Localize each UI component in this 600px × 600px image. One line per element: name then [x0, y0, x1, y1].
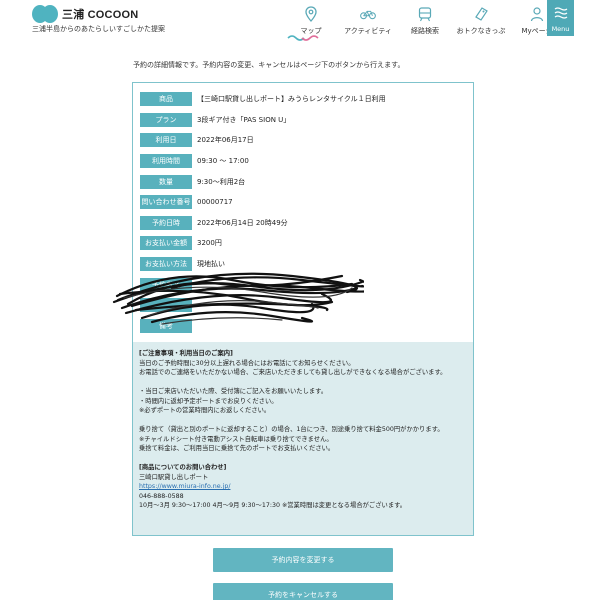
active-wave-indicator-icon	[287, 35, 319, 41]
menu-label: Menu	[551, 24, 570, 33]
detail-row-plan: プラン 3段ギア付き「PAS SION U」	[140, 110, 467, 131]
detail-value: 00000717	[197, 198, 233, 207]
detail-row-customer-name: 予約者名	[140, 274, 467, 295]
logo-text: 三浦 COCOON	[62, 9, 139, 21]
detail-key: 利用日	[140, 133, 192, 148]
map-pin-icon	[303, 6, 319, 22]
train-icon	[417, 6, 433, 22]
notes-section: [ご注意事項・利用当日のご案内] 当日のご予約時間に30分以上遅れる場合にはお電…	[133, 342, 473, 535]
detail-row-date: 利用日 2022年06月17日	[140, 130, 467, 151]
detail-row-product: 商品 【三崎口駅貸し出しポート】みうらレンタサイクル１日利用	[140, 89, 467, 110]
cocoon-logo-icon	[32, 5, 58, 23]
notes-line: ・当日ご来店いただいた際、受付簿にご記入をお願いいたします。	[139, 388, 328, 395]
notes-line: 乗り捨て（貸出と別のポートに返却すること）の場合、1台につき、別途乗り捨て料金5…	[139, 426, 444, 433]
detail-row-payment-method: お支払い方法 現地払い	[140, 254, 467, 275]
detail-value: 【三崎口駅貸し出しポート】みうらレンタサイクル１日利用	[197, 95, 386, 104]
site-tagline: 三浦半島からのあたらしいすごしかた提案	[32, 25, 165, 33]
menu-button[interactable]: Menu	[547, 0, 574, 36]
contact-heading: [商品についてのお問い合わせ]	[139, 464, 227, 471]
notes-line: 当日のご予約時間に30分以上遅れる場合にはお電話にてお知らせください。	[139, 359, 355, 367]
detail-value: 現地払い	[197, 260, 225, 269]
notes-line: ・時間内に返却予定ポートまでお戻りください。	[139, 397, 278, 405]
nav-item-map[interactable]: マップ	[285, 2, 337, 38]
detail-key: お支払い金額	[140, 236, 192, 251]
intro-text: 予約の詳細情報です。予約内容の変更、キャンセルはページ下のボタンから行えます。	[133, 61, 405, 69]
nav-label: 経路検索	[411, 27, 439, 35]
site-logo[interactable]: 三浦 COCOON	[32, 5, 138, 23]
ticket-icon	[473, 6, 489, 22]
detail-value: 2022年06月14日 20時49分	[197, 218, 288, 227]
cancel-reservation-button[interactable]: 予約をキャンセルする	[213, 583, 393, 600]
detail-rows: 商品 【三崎口駅貸し出しポート】みうらレンタサイクル１日利用 プラン 3段ギア付き「…	[133, 83, 473, 336]
detail-row-inquiry-number: 問い合わせ番号 00000717	[140, 192, 467, 213]
user-icon	[529, 6, 545, 22]
main-nav: マップ アクティビティ 経路検索 おトクなきっぷ Myページ	[285, 2, 563, 38]
detail-row-amount: お支払い金額 3200円	[140, 233, 467, 254]
nav-item-activity[interactable]: アクティビティ	[337, 2, 399, 38]
bicycle-icon	[360, 6, 376, 22]
contact-name: 三崎口駅貸し出しポート	[139, 473, 209, 481]
detail-key	[140, 298, 192, 313]
change-reservation-button[interactable]: 予約内容を変更する	[213, 548, 393, 572]
detail-row-booked-at: 予約日時 2022年06月14日 20時49分	[140, 213, 467, 234]
detail-key: 利用時間	[140, 154, 192, 169]
detail-key: 数量	[140, 174, 192, 189]
detail-key: プラン	[140, 112, 192, 127]
hamburger-wave-icon	[554, 4, 568, 23]
notes-line: お電話でのご連絡をいただかない場合、ご来店いただきましても貸し出しができなくなる…	[139, 369, 447, 376]
notes-line: 乗捨て料金は、ご利用当日に乗捨て先のポートでお支払いください。	[139, 445, 335, 452]
detail-value: 09:30 ～ 17:00	[197, 157, 249, 166]
notes-line: ※チャイルドシート付き電動アシスト自転車は乗り捨てできません。	[139, 435, 333, 443]
detail-row-time: 利用時間 09:30 ～ 17:00	[140, 151, 467, 172]
detail-row-quantity: 数量 9:30～利用2台	[140, 171, 467, 192]
detail-value: 2022年06月17日	[197, 136, 254, 145]
nav-item-route-search[interactable]: 経路検索	[399, 2, 451, 38]
notes-heading: [ご注意事項・利用当日のご案内]	[139, 350, 233, 357]
detail-row-redacted	[140, 295, 467, 316]
detail-key: 問い合わせ番号	[140, 195, 192, 210]
detail-value: 9:30～利用2台	[197, 177, 246, 186]
detail-key: 商品	[140, 92, 192, 107]
site-header: 三浦 COCOON 三浦半島からのあたらしいすごしかた提案 マップ アクティビテ…	[0, 0, 600, 46]
reservation-detail-card: 商品 【三崎口駅貸し出しポート】みうらレンタサイクル１日利用 プラン 3段ギア付き「…	[132, 82, 474, 536]
contact-hours: 10月～3月 9:30～17:00 4月～9月 9:30～17:30 ※営業時間…	[139, 502, 407, 509]
nav-item-tickets[interactable]: おトクなきっぷ	[451, 2, 511, 38]
detail-key: 予約日時	[140, 215, 192, 230]
detail-key: 予約者名	[140, 277, 192, 292]
detail-value: 3段ギア付き「PAS SION U」	[197, 115, 291, 124]
contact-url-link[interactable]: https://www.miura-info.ne.jp/	[139, 483, 230, 490]
contact-phone: 046-888-0588	[139, 492, 184, 500]
detail-value: 3200円	[197, 239, 222, 248]
nav-label: おトクなきっぷ	[456, 27, 506, 35]
detail-key: お支払い方法	[140, 257, 192, 272]
notes-line: ※必ずポートの営業時間内にお返しください。	[139, 407, 271, 414]
detail-key: 備考	[140, 318, 192, 333]
nav-label: アクティビティ	[344, 27, 392, 35]
detail-row-remarks: 備考	[140, 316, 467, 337]
